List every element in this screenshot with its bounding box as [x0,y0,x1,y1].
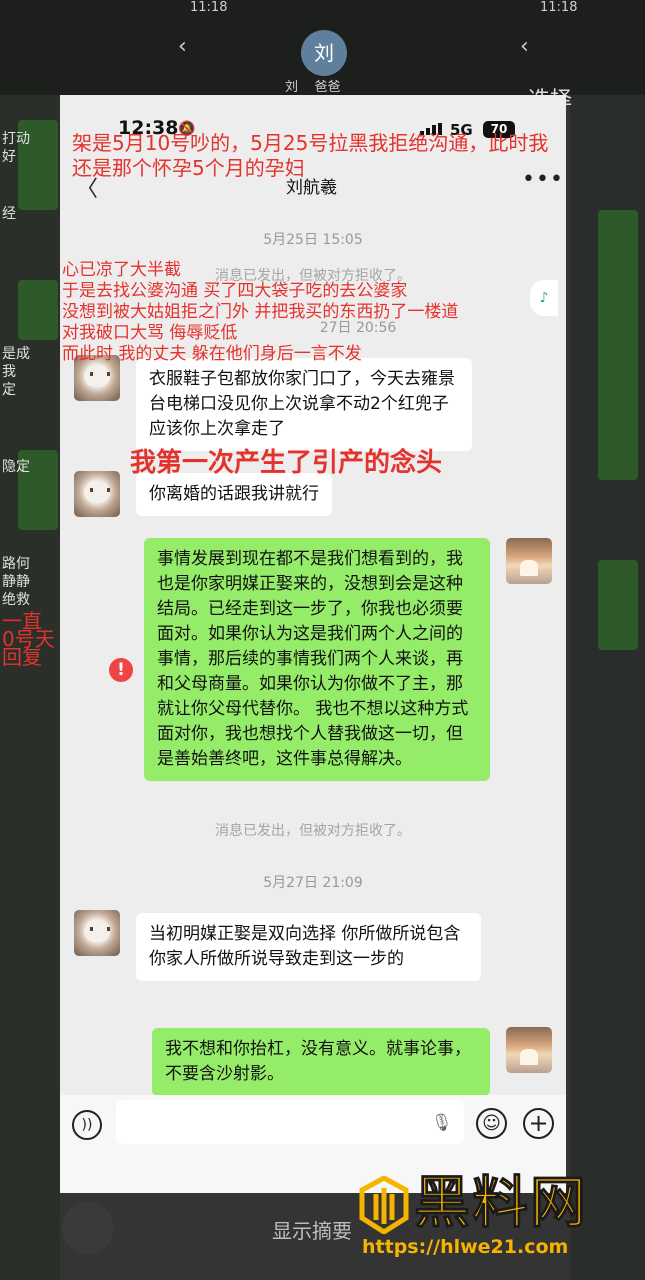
rejected-notice: 消息已发出，但被对方拒收了。 [215,823,411,839]
background-bubble [598,560,638,650]
message-bubble-incoming[interactable]: 衣服鞋子包都放你家门口了，今天去雍景台电梯口没见你上次说拿不动2个红兜子 应该你… [136,358,472,451]
background-text: 隐定 [2,459,30,475]
timestamp: 5月27日 21:09 [263,875,363,891]
background-back-icon: ‹ [178,34,187,59]
background-menu-button [62,1202,114,1254]
message-bubble-incoming[interactable]: 当初明媒正娶是双向选择 你所做所说包含你家人所做所说导致走到这一步的 [136,913,481,981]
background-back-icon: ‹ [520,34,529,59]
self-avatar[interactable] [506,538,552,584]
background-status-time: 11:18 [540,0,578,15]
background-red-text: 一直 0号天 回复 [2,609,55,669]
background-status-time: 11:18 [190,0,228,15]
emoji-icon[interactable]: ☺ [476,1108,507,1139]
annotation-line: 心已凉了大半截 [62,260,181,280]
background-text: 经 [2,206,16,222]
contact-avatar[interactable] [74,910,120,956]
annotation-middle: 心已凉了大半截 于是去找公婆沟通 买了四大袋子吃的去公婆家 没想到被大姑姐拒之门… [62,260,562,365]
microphone-icon[interactable]: 🎙 [431,1113,453,1133]
send-failed-icon[interactable]: ! [109,658,133,682]
watermark-url: https://hlwe21.com [362,1236,569,1258]
watermark-title: 黑料网 [414,1171,588,1236]
background-avatar: 刘 [301,30,347,76]
annotation-big: 我第一次产生了引产的念头 [130,448,443,478]
annotation-line: 没想到被大姑姐拒之门外 并把我买的东西扔了一楼道 [62,302,459,322]
annotation-line: 于是去找公婆沟通 买了四大袋子吃的去公婆家 [62,281,408,301]
message-input[interactable] [116,1100,464,1144]
self-avatar[interactable] [506,1027,552,1073]
voice-icon[interactable]: )) [72,1110,102,1140]
background-text: 打动好 [2,131,30,165]
background-summary-button: 显示摘要 [272,1219,352,1243]
annotation-line: 对我破口大骂 侮辱贬低 [62,323,238,343]
plus-icon[interactable]: + [523,1108,554,1139]
annotation-top: 架是5月10号吵的，5月25号拉黑我拒绝沟通，此时我还是那个怀孕5个月的孕妇 [72,131,549,180]
message-bubble-outgoing[interactable]: 我不想和你抬杠，没有意义。就事论事，不要含沙射影。 [152,1028,490,1096]
background-bubble [598,210,638,480]
contact-avatar[interactable] [74,471,120,517]
background-text: 是成我定 [2,346,30,398]
message-bubble-outgoing[interactable]: 事情发展到现在都不是我们想看到的，我也是你家明媒正娶来的，没想到会是这种结局。已… [144,538,490,781]
background-text: 路何 静静 绝救 [2,556,30,608]
background-bubble [18,280,58,340]
annotation-line: 而此时 我的丈夫 躲在他们身后一言不发 [62,344,362,364]
background-contact-name: 刘 爸爸 [285,80,341,95]
watermark-logo-icon [359,1176,409,1234]
message-bubble-incoming[interactable]: 你离婚的话跟我讲就行 [136,473,332,516]
timestamp: 5月25日 15:05 [263,232,363,248]
